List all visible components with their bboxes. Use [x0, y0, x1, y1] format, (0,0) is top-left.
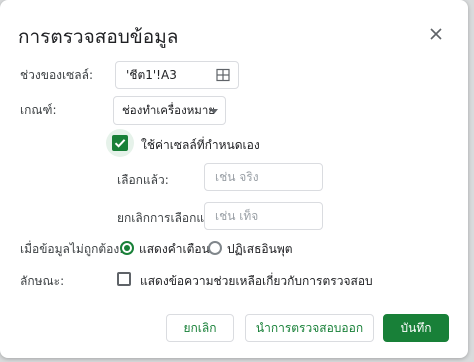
checkmark-icon [114, 139, 126, 148]
chevron-down-icon [210, 109, 218, 114]
remove-validation-button[interactable]: นำการตรวจสอบออก [245, 314, 374, 342]
checked-value-placeholder: เช่น จริง [215, 169, 259, 184]
checked-value-input[interactable]: เช่น จริง [204, 163, 323, 191]
dialog-title: การตรวจสอบข้อมูล [18, 26, 179, 48]
close-button[interactable] [426, 24, 446, 44]
custom-values-label: ใช้ค่าเซลล์ที่กำหนดเอง [141, 138, 260, 152]
cancel-button[interactable]: ยกเลิก [166, 314, 234, 342]
checkbox-checked [112, 135, 128, 151]
select-range-icon[interactable] [216, 68, 230, 82]
help-text-checkbox[interactable] [117, 272, 131, 286]
help-text-label: แสดงข้อความช่วยเหลือเกี่ยวกับการตรวจสอบ [140, 274, 373, 288]
invalid-data-label: เมื่อข้อมูลไม่ถูกต้อง: [20, 242, 124, 256]
range-label: ช่วงของเซลล์: [20, 68, 94, 82]
custom-values-checkbox[interactable] [106, 129, 134, 157]
radio-reject-input-label: ปฏิเสธอินพุต [227, 242, 293, 256]
close-icon [430, 28, 442, 40]
criteria-dropdown[interactable]: ช่องทำเครื่องหมาย [113, 96, 226, 125]
save-button[interactable]: บันทึก [383, 314, 449, 342]
data-validation-dialog: การตรวจสอบข้อมูล ช่วงของเซลล์: 'ชีต1'!A3… [0, 0, 468, 358]
criteria-selected: ช่องทำเครื่องหมาย [122, 102, 216, 117]
radio-show-warning-label: แสดงคำเตือน [139, 242, 210, 256]
appearance-label: ลักษณะ: [20, 274, 65, 288]
criteria-label: เกณฑ์: [20, 103, 57, 117]
radio-reject-input[interactable] [208, 241, 222, 255]
radio-show-warning[interactable] [120, 241, 134, 255]
checked-value-label: เลือกแล้ว: [117, 173, 169, 187]
range-value: 'ชีต1'!A3 [126, 67, 177, 82]
range-input[interactable]: 'ชีต1'!A3 [115, 61, 239, 89]
unchecked-value-placeholder: เช่น เท็จ [215, 208, 259, 223]
unchecked-value-input[interactable]: เช่น เท็จ [204, 202, 323, 230]
